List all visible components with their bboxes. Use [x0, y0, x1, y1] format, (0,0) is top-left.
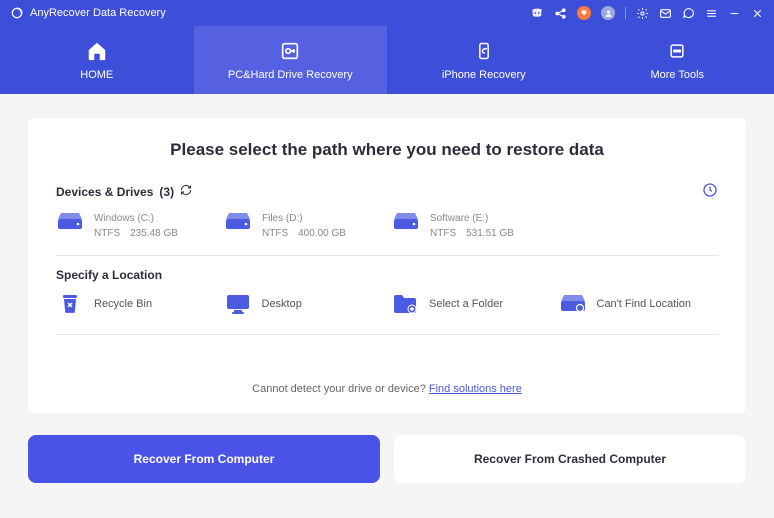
- drive-name: Software (E:): [430, 211, 514, 226]
- phone-refresh-icon: [472, 39, 496, 63]
- mail-icon[interactable]: [659, 7, 672, 20]
- drive-size: 400.00 GB: [298, 226, 346, 241]
- page-title: Please select the path where you need to…: [56, 140, 718, 160]
- loc-folder[interactable]: Select a Folder: [391, 292, 551, 316]
- hdd-icon: [56, 211, 84, 233]
- tab-label: HOME: [80, 69, 113, 81]
- drive-d[interactable]: Files (D:) NTFS 400.00 GB: [224, 211, 384, 241]
- loc-desktop[interactable]: Desktop: [224, 292, 384, 316]
- detect-text: Cannot detect your drive or device?: [252, 383, 429, 395]
- app-logo-icon: [10, 6, 24, 20]
- notification-badge-icon[interactable]: [577, 6, 591, 20]
- key-icon: [278, 39, 302, 63]
- tab-iphone-recovery[interactable]: iPhone Recovery: [387, 26, 581, 94]
- main-panel: Please select the path where you need to…: [28, 118, 746, 413]
- tab-label: iPhone Recovery: [442, 69, 526, 81]
- loc-label: Recycle Bin: [94, 298, 152, 310]
- locations-header: Specify a Location: [56, 268, 718, 282]
- main-nav: HOME PC&Hard Drive Recovery iPhone Recov…: [0, 26, 774, 94]
- recycle-bin-icon: [56, 292, 84, 316]
- minimize-icon[interactable]: [728, 7, 741, 20]
- loc-label: Select a Folder: [429, 298, 503, 310]
- recover-crashed-button[interactable]: Recover From Crashed Computer: [394, 435, 746, 483]
- app-title: AnyRecover Data Recovery: [30, 7, 166, 19]
- tab-more-tools[interactable]: More Tools: [581, 26, 774, 94]
- drive-e[interactable]: Software (E:) NTFS 531.51 GB: [392, 211, 552, 241]
- desktop-icon: [224, 292, 252, 316]
- tab-home[interactable]: HOME: [0, 26, 194, 94]
- devices-header-label: Devices & Drives: [56, 185, 153, 199]
- home-icon: [85, 39, 109, 63]
- hdd-icon: [392, 211, 420, 233]
- tab-label: PC&Hard Drive Recovery: [228, 69, 353, 81]
- drives-row: Windows (C:) NTFS 235.48 GB Files (D:) NT…: [56, 211, 718, 256]
- settings-icon[interactable]: [636, 7, 649, 20]
- hdd-icon: [224, 211, 252, 233]
- bottom-buttons: Recover From Computer Recover From Crash…: [0, 423, 774, 495]
- hdd-search-icon: [559, 292, 587, 316]
- discord-icon[interactable]: [530, 6, 544, 20]
- detect-line: Cannot detect your drive or device? Find…: [56, 383, 718, 395]
- tab-label: More Tools: [650, 69, 704, 81]
- user-avatar-icon[interactable]: [601, 6, 615, 20]
- drive-name: Files (D:): [262, 211, 346, 226]
- history-icon[interactable]: [702, 182, 718, 201]
- tab-pc-recovery[interactable]: PC&Hard Drive Recovery: [194, 26, 388, 94]
- loc-recycle-bin[interactable]: Recycle Bin: [56, 292, 216, 316]
- menu-icon[interactable]: [705, 7, 718, 20]
- feedback-icon[interactable]: [682, 7, 695, 20]
- drive-size: 531.51 GB: [466, 226, 514, 241]
- titlebar: AnyRecover Data Recovery: [0, 0, 774, 26]
- loc-label: Desktop: [262, 298, 302, 310]
- folder-icon: [391, 292, 419, 316]
- close-icon[interactable]: [751, 7, 764, 20]
- devices-header-row: Devices & Drives (3): [56, 182, 718, 201]
- loc-label: Can't Find Location: [597, 298, 691, 310]
- drive-size: 235.48 GB: [130, 226, 178, 241]
- drive-fs: NTFS: [262, 226, 288, 241]
- separator: [625, 7, 626, 19]
- devices-count: (3): [159, 185, 174, 199]
- drive-fs: NTFS: [94, 226, 120, 241]
- refresh-icon[interactable]: [180, 184, 192, 199]
- drive-name: Windows (C:): [94, 211, 178, 226]
- loc-cant-find[interactable]: Can't Find Location: [559, 292, 719, 316]
- recover-computer-button[interactable]: Recover From Computer: [28, 435, 380, 483]
- share-icon[interactable]: [554, 7, 567, 20]
- drive-c[interactable]: Windows (C:) NTFS 235.48 GB: [56, 211, 216, 241]
- detect-link[interactable]: Find solutions here: [429, 383, 522, 395]
- grid-icon: [665, 39, 689, 63]
- drive-fs: NTFS: [430, 226, 456, 241]
- locations-row: Recycle Bin Desktop Select a Folder Can'…: [56, 292, 718, 335]
